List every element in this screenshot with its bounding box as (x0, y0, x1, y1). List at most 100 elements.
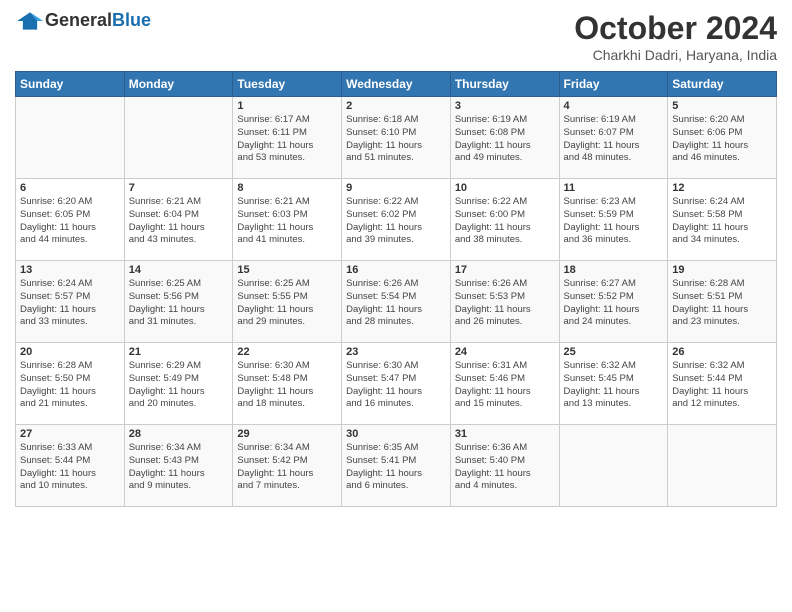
col-sunday: Sunday (16, 72, 125, 97)
col-friday: Friday (559, 72, 668, 97)
calendar-cell: 2 Sunrise: 6:18 AMSunset: 6:10 PMDaylight… (342, 97, 451, 179)
calendar-cell: 12Sunrise: 6:24 AMSunset: 5:58 PMDayligh… (668, 179, 777, 261)
calendar-cell: 27Sunrise: 6:33 AMSunset: 5:44 PMDayligh… (16, 425, 125, 507)
calendar-week-row: 27Sunrise: 6:33 AMSunset: 5:44 PMDayligh… (16, 425, 777, 507)
day-number: 15 (237, 264, 337, 276)
calendar-week-row: 13Sunrise: 6:24 AMSunset: 5:57 PMDayligh… (16, 261, 777, 343)
day-info: Sunrise: 6:33 AMSunset: 5:44 PMDaylight:… (20, 442, 120, 493)
day-info: Sunrise: 6:22 AMSunset: 6:02 PMDaylight:… (346, 196, 446, 247)
calendar-cell (124, 97, 233, 179)
day-number: 4 (564, 100, 664, 112)
day-number: 26 (672, 346, 772, 358)
day-info: Sunrise: 6:36 AMSunset: 5:40 PMDaylight:… (455, 442, 555, 493)
day-number: 9 (346, 182, 446, 194)
day-info: Sunrise: 6:28 AMSunset: 5:50 PMDaylight:… (20, 360, 120, 411)
calendar-cell: 8 Sunrise: 6:21 AMSunset: 6:03 PMDaylight… (233, 179, 342, 261)
day-number: 2 (346, 100, 446, 112)
day-info: Sunrise: 6:32 AMSunset: 5:45 PMDaylight:… (564, 360, 664, 411)
day-info: Sunrise: 6:26 AMSunset: 5:54 PMDaylight:… (346, 278, 446, 329)
day-number: 30 (346, 428, 446, 440)
calendar-cell: 21 Sunrise: 6:29 AMSunset: 5:49 PMDayligh… (124, 343, 233, 425)
col-thursday: Thursday (450, 72, 559, 97)
day-number: 8 (237, 182, 337, 194)
day-info: Sunrise: 6:21 AMSunset: 6:03 PMDaylight:… (237, 196, 337, 247)
calendar-cell: 29 Sunrise: 6:34 AMSunset: 5:42 PMDayligh… (233, 425, 342, 507)
title-area: October 2024 Charkhi Dadri, Haryana, Ind… (574, 10, 777, 63)
day-info: Sunrise: 6:30 AMSunset: 5:48 PMDaylight:… (237, 360, 337, 411)
calendar-cell: 6Sunrise: 6:20 AMSunset: 6:05 PMDaylight… (16, 179, 125, 261)
calendar-cell: 3Sunrise: 6:19 AMSunset: 6:08 PMDaylight… (450, 97, 559, 179)
calendar-cell (668, 425, 777, 507)
calendar-cell: 19 Sunrise: 6:28 AMSunset: 5:51 PMDayligh… (668, 261, 777, 343)
day-number: 31 (455, 428, 555, 440)
calendar-cell: 18 Sunrise: 6:27 AMSunset: 5:52 PMDayligh… (559, 261, 668, 343)
day-info: Sunrise: 6:18 AMSunset: 6:10 PMDaylight:… (346, 114, 446, 165)
page-header: GeneralBlue October 2024 Charkhi Dadri, … (15, 10, 777, 63)
day-info: Sunrise: 6:27 AMSunset: 5:52 PMDaylight:… (564, 278, 664, 329)
day-number: 20 (20, 346, 120, 358)
page-container: GeneralBlue October 2024 Charkhi Dadri, … (0, 0, 792, 512)
day-number: 5 (672, 100, 772, 112)
day-info: Sunrise: 6:20 AMSunset: 6:06 PMDaylight:… (672, 114, 772, 165)
day-info: Sunrise: 6:34 AMSunset: 5:42 PMDaylight:… (237, 442, 337, 493)
calendar-cell (16, 97, 125, 179)
day-number: 1 (237, 100, 337, 112)
day-info: Sunrise: 6:31 AMSunset: 5:46 PMDaylight:… (455, 360, 555, 411)
day-info: Sunrise: 6:30 AMSunset: 5:47 PMDaylight:… (346, 360, 446, 411)
day-info: Sunrise: 6:26 AMSunset: 5:53 PMDaylight:… (455, 278, 555, 329)
day-number: 25 (564, 346, 664, 358)
day-info: Sunrise: 6:20 AMSunset: 6:05 PMDaylight:… (20, 196, 120, 247)
calendar-cell: 13Sunrise: 6:24 AMSunset: 5:57 PMDayligh… (16, 261, 125, 343)
day-number: 14 (129, 264, 229, 276)
day-info: Sunrise: 6:32 AMSunset: 5:44 PMDaylight:… (672, 360, 772, 411)
day-number: 28 (129, 428, 229, 440)
calendar-cell: 22 Sunrise: 6:30 AMSunset: 5:48 PMDayligh… (233, 343, 342, 425)
calendar-cell: 7Sunrise: 6:21 AMSunset: 6:04 PMDaylight… (124, 179, 233, 261)
month-title: October 2024 (574, 10, 777, 47)
day-number: 13 (20, 264, 120, 276)
calendar-header-row: Sunday Monday Tuesday Wednesday Thursday… (16, 72, 777, 97)
calendar-cell: 23 Sunrise: 6:30 AMSunset: 5:47 PMDayligh… (342, 343, 451, 425)
logo: GeneralBlue (15, 10, 151, 31)
day-number: 23 (346, 346, 446, 358)
calendar-cell: 11 Sunrise: 6:23 AMSunset: 5:59 PMDayligh… (559, 179, 668, 261)
day-info: Sunrise: 6:23 AMSunset: 5:59 PMDaylight:… (564, 196, 664, 247)
calendar-cell: 1 Sunrise: 6:17 AMSunset: 6:11 PMDaylight… (233, 97, 342, 179)
calendar-cell: 24 Sunrise: 6:31 AMSunset: 5:46 PMDayligh… (450, 343, 559, 425)
calendar-cell: 14 Sunrise: 6:25 AMSunset: 5:56 PMDayligh… (124, 261, 233, 343)
day-info: Sunrise: 6:29 AMSunset: 5:49 PMDaylight:… (129, 360, 229, 411)
day-info: Sunrise: 6:17 AMSunset: 6:11 PMDaylight:… (237, 114, 337, 165)
day-number: 21 (129, 346, 229, 358)
day-number: 18 (564, 264, 664, 276)
col-tuesday: Tuesday (233, 72, 342, 97)
day-number: 22 (237, 346, 337, 358)
day-info: Sunrise: 6:35 AMSunset: 5:41 PMDaylight:… (346, 442, 446, 493)
calendar-cell: 30 Sunrise: 6:35 AMSunset: 5:41 PMDayligh… (342, 425, 451, 507)
day-info: Sunrise: 6:25 AMSunset: 5:56 PMDaylight:… (129, 278, 229, 329)
day-number: 19 (672, 264, 772, 276)
calendar-cell: 10Sunrise: 6:22 AMSunset: 6:00 PMDayligh… (450, 179, 559, 261)
day-number: 3 (455, 100, 555, 112)
day-number: 12 (672, 182, 772, 194)
col-wednesday: Wednesday (342, 72, 451, 97)
day-number: 11 (564, 182, 664, 194)
day-info: Sunrise: 6:25 AMSunset: 5:55 PMDaylight:… (237, 278, 337, 329)
location: Charkhi Dadri, Haryana, India (574, 47, 777, 63)
calendar-cell: 4 Sunrise: 6:19 AMSunset: 6:07 PMDaylight… (559, 97, 668, 179)
logo-blue: Blue (112, 10, 151, 30)
calendar-cell: 26 Sunrise: 6:32 AMSunset: 5:44 PMDayligh… (668, 343, 777, 425)
calendar-cell: 9 Sunrise: 6:22 AMSunset: 6:02 PMDaylight… (342, 179, 451, 261)
logo-icon (15, 11, 45, 31)
logo-general: General (45, 10, 112, 30)
calendar-cell: 17Sunrise: 6:26 AMSunset: 5:53 PMDayligh… (450, 261, 559, 343)
day-number: 29 (237, 428, 337, 440)
day-info: Sunrise: 6:28 AMSunset: 5:51 PMDaylight:… (672, 278, 772, 329)
calendar-cell: 15 Sunrise: 6:25 AMSunset: 5:55 PMDayligh… (233, 261, 342, 343)
day-number: 7 (129, 182, 229, 194)
calendar-table: Sunday Monday Tuesday Wednesday Thursday… (15, 71, 777, 507)
calendar-cell: 25 Sunrise: 6:32 AMSunset: 5:45 PMDayligh… (559, 343, 668, 425)
day-info: Sunrise: 6:19 AMSunset: 6:07 PMDaylight:… (564, 114, 664, 165)
col-monday: Monday (124, 72, 233, 97)
calendar-cell: 20 Sunrise: 6:28 AMSunset: 5:50 PMDayligh… (16, 343, 125, 425)
day-number: 24 (455, 346, 555, 358)
